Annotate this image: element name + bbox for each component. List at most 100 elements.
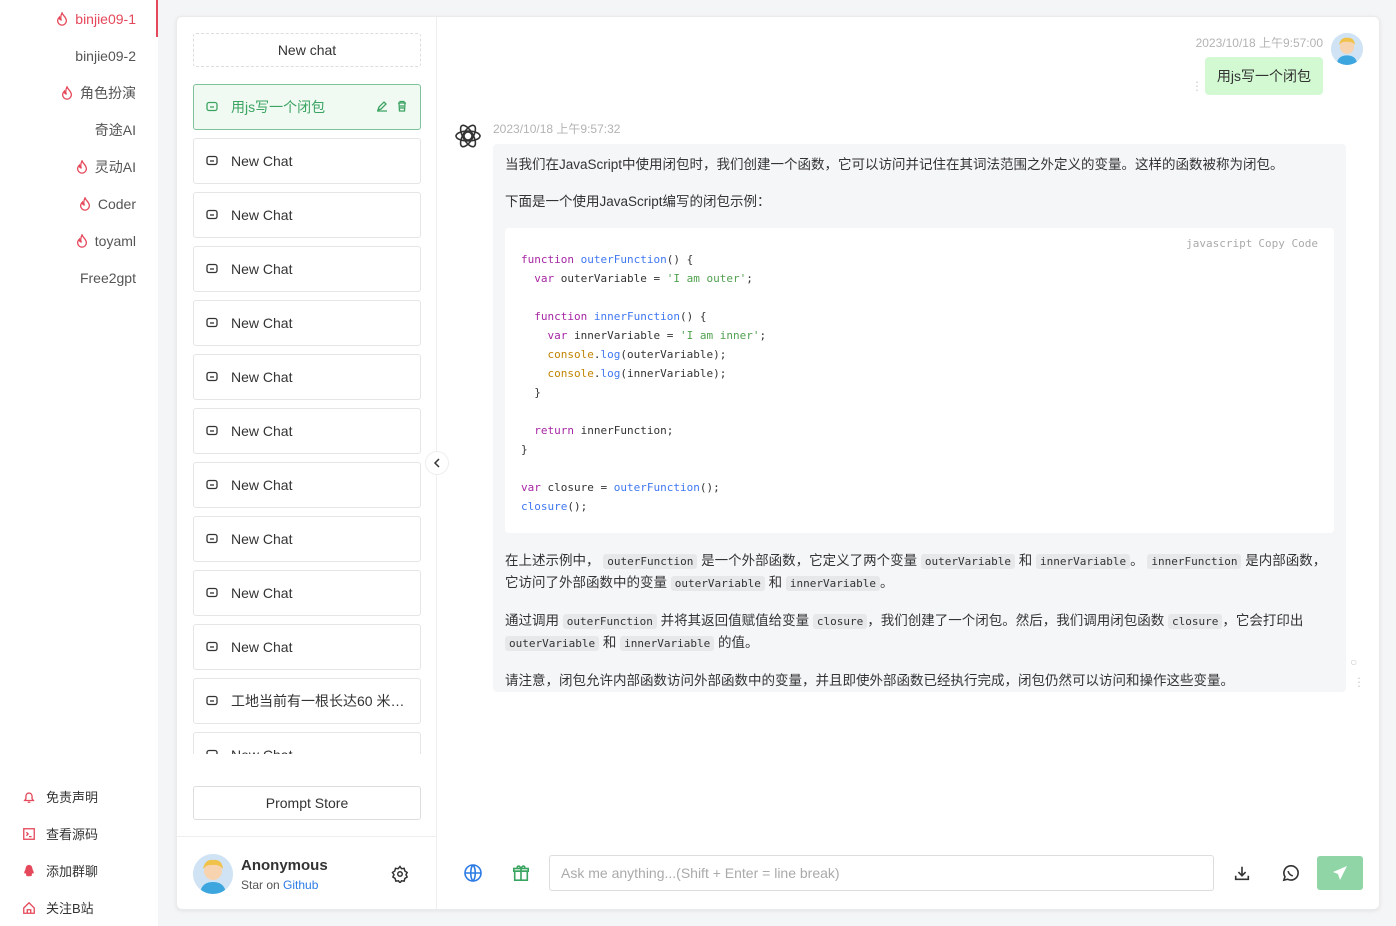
chat-history-item[interactable]: New Chat — [193, 732, 421, 754]
nav-item-7[interactable]: toyaml — [0, 222, 158, 259]
nav-item-label: 灵动AI — [94, 158, 136, 175]
user-message-time: 2023/10/18 上午9:57:00 — [1195, 36, 1323, 50]
nav-item-5[interactable]: 灵动AI — [0, 148, 158, 185]
chat-title: New Chat — [231, 369, 293, 385]
answer-paragraph-1: 当我们在JavaScript中使用闭包时，我们创建一个函数，它可以访问并记住在其… — [505, 157, 1284, 172]
assistant-message-more-icon[interactable]: ⋮ — [1353, 675, 1365, 689]
chat-sidebar: New chat 用js写一个闭包 New Chat New Chat New Cha… — [177, 17, 437, 909]
fire-icon — [54, 11, 70, 27]
chat-history-item[interactable]: New Chat — [193, 354, 421, 400]
nav-item-label: 奇途AI — [94, 121, 136, 138]
bell-icon — [22, 789, 38, 805]
chat-bubble-icon — [206, 695, 218, 707]
bottom-link-2[interactable]: 查看源码 — [22, 815, 98, 852]
answer-paragraph-5: 请注意，闭包允许内部函数访问外部函数中的变量，并且即使外部函数已经执行完成，闭包… — [505, 673, 1234, 688]
bottom-link-3[interactable]: 添加群聊 — [22, 852, 98, 889]
bottom-link-4[interactable]: 关注B站 — [22, 889, 98, 926]
chat-bubble-icon — [206, 371, 218, 383]
chat-bubble-icon — [206, 425, 218, 437]
chat-bubble-icon — [206, 263, 218, 275]
user-message-avatar — [1331, 33, 1363, 65]
bottom-link-label: 关注B站 — [46, 901, 94, 916]
chat-history-item[interactable]: New Chat — [193, 570, 421, 616]
nav-item-2[interactable]: binjie09-2 — [0, 37, 158, 74]
user-message-more-icon[interactable]: ⋮ — [1191, 79, 1203, 93]
chat-bubble-icon — [206, 533, 218, 545]
left-nav: binjie09-1 binjie09-2 角色扮演奇途AI 灵动AI Coder toy… — [0, 0, 158, 926]
bottom-link-label: 查看源码 — [46, 827, 99, 842]
assistant-message-time: 2023/10/18 上午9:57:32 — [493, 122, 621, 136]
fire-icon — [77, 196, 93, 212]
chat-title: New Chat — [231, 747, 408, 754]
edit-icon[interactable] — [376, 99, 388, 115]
chat-bubble-icon — [206, 155, 218, 167]
user-message-bubble: 用js写一个闭包 — [1204, 57, 1323, 95]
globe-icon[interactable] — [463, 863, 483, 883]
bottom-link-label: 免责声明 — [46, 790, 99, 805]
chat-title: New Chat — [231, 153, 293, 169]
nav-item-label: Free2gpt — [79, 269, 136, 286]
send-button[interactable] — [1317, 856, 1363, 890]
gift-icon[interactable] — [511, 863, 531, 883]
chat-title: New Chat — [231, 531, 293, 547]
input-bar — [437, 837, 1379, 909]
qq-icon — [22, 863, 38, 879]
chat-history-item[interactable]: New Chat — [193, 300, 421, 346]
chat-title: New Chat — [231, 315, 293, 331]
new-chat-button[interactable]: New chat — [193, 33, 421, 67]
assistant-message-bubble: 当我们在JavaScript中使用闭包时，我们创建一个函数，它可以访问并记住在其… — [493, 144, 1346, 692]
home-icon — [22, 900, 38, 916]
chat-bubble-icon — [206, 317, 218, 329]
chat-title: New Chat — [231, 261, 293, 277]
chat-bubble-icon — [206, 101, 218, 113]
chat-title: New Chat — [231, 639, 293, 655]
chat-bubble-icon — [206, 587, 218, 599]
chat-history-item[interactable]: New Chat — [193, 192, 421, 238]
nav-item-label: binjie09-1 — [75, 10, 136, 27]
chat-history-item[interactable]: 工地当前有一根长达60 米的钢管 — [193, 678, 421, 724]
chat-bubble-icon — [206, 479, 218, 491]
terminal-icon — [22, 826, 38, 842]
chat-history-list[interactable]: 用js写一个闭包 New Chat New Chat New Chat New Chat… — [193, 84, 421, 754]
user-avatar[interactable] — [193, 854, 233, 894]
nav-item-label: Coder — [97, 195, 136, 212]
chat-bubble-icon — [206, 749, 218, 754]
nav-item-label: 角色扮演 — [80, 84, 136, 101]
code-header: javascript Copy Code — [1180, 234, 1318, 253]
chat-card: New chat 用js写一个闭包 New Chat New Chat New Cha… — [176, 16, 1380, 910]
download-icon[interactable] — [1232, 863, 1252, 883]
whatsapp-icon[interactable] — [1280, 863, 1300, 883]
nav-list: binjie09-1 binjie09-2 角色扮演奇途AI 灵动AI Coder toy… — [0, 0, 158, 296]
answer-paragraph-4: 通过调用 outerFunction 并将其返回值赋值给变量 closure ，我… — [505, 613, 1304, 651]
nav-item-8[interactable]: Free2gpt — [0, 259, 158, 296]
chat-title: 用js写一个闭包 — [231, 99, 326, 115]
message-area: 2023/10/18 上午9:57:00 用js写一个闭包 ⋮ 2023/10/… — [437, 17, 1379, 837]
loading-circle-icon: ○ — [1350, 655, 1358, 669]
fire-icon — [74, 159, 90, 175]
chat-history-item[interactable]: New Chat — [193, 246, 421, 292]
chat-history-item[interactable]: New Chat — [193, 516, 421, 562]
github-link[interactable]: Github — [283, 878, 318, 892]
chat-history-item[interactable]: 用js写一个闭包 — [193, 84, 421, 130]
code-content: function outerFunction() { var outerVari… — [521, 253, 767, 513]
prompt-store-button[interactable]: Prompt Store — [193, 786, 421, 820]
message-input[interactable] — [549, 855, 1214, 891]
chat-history-item[interactable]: New Chat — [193, 408, 421, 454]
user-info: Anonymous Star on Github — [177, 836, 436, 909]
github-star: Star on Github — [241, 878, 318, 892]
openai-logo-icon — [453, 121, 483, 151]
nav-item-6[interactable]: Coder — [0, 185, 158, 222]
nav-item-1[interactable]: binjie09-1 — [0, 0, 158, 37]
nav-item-4[interactable]: 奇途AI — [0, 111, 158, 148]
chat-bubble-icon — [206, 209, 218, 221]
copy-code-button[interactable]: Copy Code — [1258, 237, 1318, 250]
nav-item-3[interactable]: 角色扮演 — [0, 74, 158, 111]
bottom-links: 免责声明查看源码添加群聊关注B站 — [22, 778, 98, 926]
bottom-link-1[interactable]: 免责声明 — [22, 778, 98, 815]
chat-history-item[interactable]: New Chat — [193, 624, 421, 670]
chat-history-item[interactable]: New Chat — [193, 462, 421, 508]
gear-icon[interactable] — [391, 865, 409, 885]
nav-item-label: toyaml — [94, 232, 136, 249]
chat-history-item[interactable]: New Chat — [193, 138, 421, 184]
delete-icon[interactable] — [396, 99, 408, 115]
